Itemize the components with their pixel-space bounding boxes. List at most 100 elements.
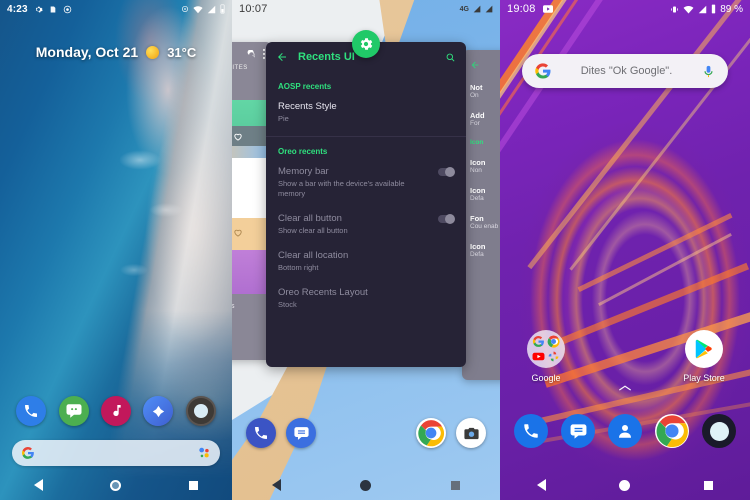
list-item[interactable]: Add For (462, 105, 500, 133)
camera-icon (463, 427, 479, 439)
home-icon[interactable] (360, 479, 372, 491)
status-bar: 19:08 89 % (500, 0, 750, 18)
maps-icon (152, 405, 165, 417)
row-summary: Show a bar with the device's available m… (278, 179, 405, 198)
back-arrow-icon (471, 61, 479, 69)
phone-icon (524, 424, 538, 438)
dock-icon-messages[interactable] (286, 418, 316, 448)
chevron-up-icon[interactable] (500, 383, 750, 395)
dock-icon-phone[interactable] (246, 418, 276, 448)
sun-icon (146, 45, 160, 59)
search-icon[interactable] (445, 52, 456, 63)
signal-icon (485, 5, 493, 13)
panel-pixel-launcher-blue: 4:23 Monday, Oct 21 31°C (0, 0, 232, 500)
chrome-icon (656, 415, 688, 448)
dock-icon-camera[interactable] (702, 414, 736, 448)
clear-all-button-toggle[interactable] (438, 214, 455, 224)
signal-icon (473, 5, 481, 13)
list-item[interactable]: Icon Non (462, 152, 500, 180)
home-apps-row: Google Play Store (500, 330, 750, 383)
recents-card-right[interactable]: Not On Add For Icon Icon Non Icon Defa Fon Co… (462, 50, 500, 380)
list-item[interactable]: Not On (462, 77, 500, 105)
dock-icon-messages[interactable] (561, 414, 595, 448)
gear-icon[interactable] (352, 30, 380, 58)
dock (500, 414, 750, 448)
status-clock: 4:23 (7, 3, 28, 15)
dock-icon-chrome[interactable] (416, 418, 446, 448)
folder-preview (527, 330, 565, 368)
row-title: Oreo Recents Layout (278, 287, 368, 298)
recents-ui-card[interactable]: Recents UI AOSP recents Recents Style Pi… (266, 42, 466, 367)
status-network: 4G (459, 5, 469, 13)
phone-icon (255, 427, 267, 439)
contacts-icon (619, 425, 631, 438)
app-label: Play Store (683, 373, 725, 383)
record-icon (63, 5, 72, 13)
home-icon[interactable] (619, 479, 631, 491)
navigation-bar (0, 470, 232, 500)
google-search-bar[interactable]: Dites "Ok Google". (522, 54, 728, 88)
memory-bar-toggle[interactable] (438, 167, 455, 177)
messages-icon (293, 426, 309, 440)
dock (232, 418, 500, 448)
google-g-icon (535, 63, 551, 79)
cast-icon (182, 6, 188, 12)
setting-row-clear-all-location[interactable]: Clear all location Bottom right (266, 244, 466, 281)
back-icon[interactable] (33, 479, 43, 491)
home-icon[interactable] (110, 479, 122, 491)
status-bar: 10:07 4G (232, 0, 500, 18)
app-play-store[interactable]: Play Store (674, 330, 734, 383)
page-title: Recents UI (298, 51, 355, 63)
row-summary: Show clear all button (278, 226, 348, 235)
dock-icon-chrome[interactable] (655, 414, 689, 448)
photos-icon (547, 350, 560, 363)
dock-icon-camera[interactable] (185, 396, 216, 426)
microphone-icon[interactable] (701, 64, 716, 79)
recents-icon[interactable] (451, 480, 461, 490)
back-arrow-icon[interactable] (276, 51, 288, 63)
settings-list: AOSP recents Recents Style Pie Oreo rece… (266, 72, 466, 322)
list-item[interactable]: Fon Cou enab (462, 208, 500, 236)
screenshot-root: 4:23 Monday, Oct 21 31°C 10:07 4G ITES s… (0, 0, 750, 500)
back-icon[interactable] (536, 479, 546, 491)
section-header-oreo: Oreo recents (278, 147, 328, 156)
search-placeholder: Dites "Ok Google". (580, 65, 673, 77)
dock-icon-camera[interactable] (456, 418, 486, 448)
section-header-aosp: AOSP recents (278, 82, 332, 91)
recents-icon[interactable] (189, 480, 199, 490)
dock-icon-messages[interactable] (58, 396, 89, 426)
battery-icon (220, 4, 225, 14)
phone-icon (25, 405, 38, 417)
google-search-bar[interactable] (12, 440, 220, 466)
list-item[interactable]: Icon Defa (462, 180, 500, 208)
row-title: Clear all location (278, 250, 349, 261)
chrome-icon (418, 420, 445, 447)
battery-percent: 89 % (720, 3, 743, 15)
app-google-folder[interactable]: Google (516, 330, 576, 383)
list-item[interactable]: Icon Defa (462, 236, 500, 264)
signal-icon (698, 5, 707, 13)
row-title: Recents Style (278, 101, 337, 112)
vibrate-icon (671, 6, 679, 12)
list-section-header: Icon (470, 139, 484, 146)
wallpaper-foam (120, 150, 190, 350)
navigation-bar (500, 470, 750, 500)
panel-purple-launcher: 19:08 89 % Dites "Ok Google". Google Pla… (500, 0, 750, 500)
status-clock: 10:07 (239, 3, 268, 15)
messages-icon (66, 404, 82, 418)
assistant-icon[interactable] (197, 446, 211, 460)
dock-icon-maps[interactable] (143, 396, 174, 426)
battery-icon (712, 4, 716, 14)
back-icon[interactable] (271, 479, 281, 491)
recents-icon[interactable] (704, 480, 714, 490)
date-weather-widget[interactable]: Monday, Oct 21 31°C (0, 44, 232, 60)
setting-row-oreo-recents-layout[interactable]: Oreo Recents Layout Stock (266, 281, 466, 318)
dock-icon-phone[interactable] (514, 414, 548, 448)
dock-icon-contacts[interactable] (608, 414, 642, 448)
dock-icon-music[interactable] (100, 396, 131, 426)
setting-row-memory-bar[interactable]: Memory bar Show a bar with the device's … (266, 160, 466, 207)
setting-row-clear-all-button[interactable]: Clear all button Show clear all button (266, 207, 466, 244)
music-icon (113, 405, 121, 417)
setting-row-recents-style[interactable]: Recents Style Pie (266, 95, 466, 132)
dock-icon-phone[interactable] (16, 396, 47, 426)
